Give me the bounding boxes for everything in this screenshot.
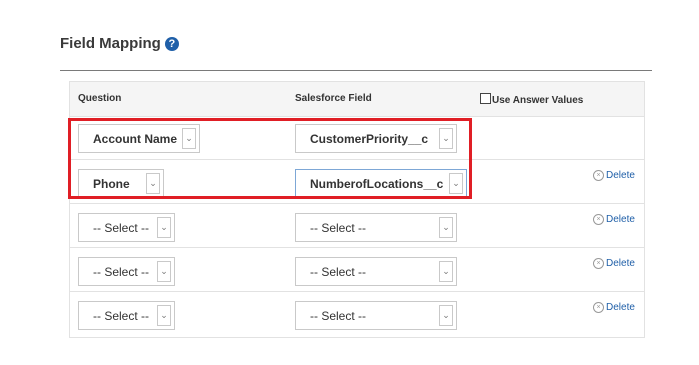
close-circle-icon: × <box>593 170 604 181</box>
question-select[interactable]: -- Select -- ⌄ <box>78 257 175 286</box>
delete-button[interactable]: × Delete <box>593 258 635 269</box>
table-row: -- Select -- ⌄ -- Select -- ⌄ × Delete <box>70 248 644 292</box>
column-header-question: Question <box>78 93 122 104</box>
table-header: Question Salesforce Field Use Answer Val… <box>70 82 644 117</box>
salesforce-field-select[interactable]: -- Select -- ⌄ <box>295 257 457 286</box>
delete-button[interactable]: × Delete <box>593 214 635 225</box>
close-circle-icon: × <box>593 258 604 269</box>
chevron-down-icon: ⌄ <box>439 217 453 238</box>
highlight-box <box>68 118 472 199</box>
chevron-down-icon: ⌄ <box>157 305 171 326</box>
page-title: Field Mapping ? <box>60 35 179 52</box>
table-row: -- Select -- ⌄ -- Select -- ⌄ × Delete <box>70 204 644 248</box>
salesforce-field-select[interactable]: -- Select -- ⌄ <box>295 213 457 242</box>
delete-button[interactable]: × Delete <box>593 170 635 181</box>
chevron-down-icon: ⌄ <box>439 305 453 326</box>
question-circle-icon[interactable]: ? <box>164 36 179 51</box>
column-header-salesforce-field: Salesforce Field <box>295 93 372 104</box>
delete-button[interactable]: × Delete <box>593 302 635 313</box>
chevron-down-icon: ⌄ <box>157 217 171 238</box>
use-answer-values-checkbox[interactable] <box>480 93 491 104</box>
table-row: -- Select -- ⌄ -- Select -- ⌄ × Delete <box>70 292 644 336</box>
close-circle-icon: × <box>593 214 604 225</box>
divider <box>60 70 652 71</box>
chevron-down-icon: ⌄ <box>439 261 453 282</box>
question-select[interactable]: -- Select -- ⌄ <box>78 301 175 330</box>
close-circle-icon: × <box>593 302 604 313</box>
salesforce-field-select[interactable]: -- Select -- ⌄ <box>295 301 457 330</box>
page-title-text: Field Mapping <box>60 35 161 52</box>
use-answer-values-label: Use Answer Values <box>480 93 583 106</box>
question-select[interactable]: -- Select -- ⌄ <box>78 213 175 242</box>
chevron-down-icon: ⌄ <box>157 261 171 282</box>
